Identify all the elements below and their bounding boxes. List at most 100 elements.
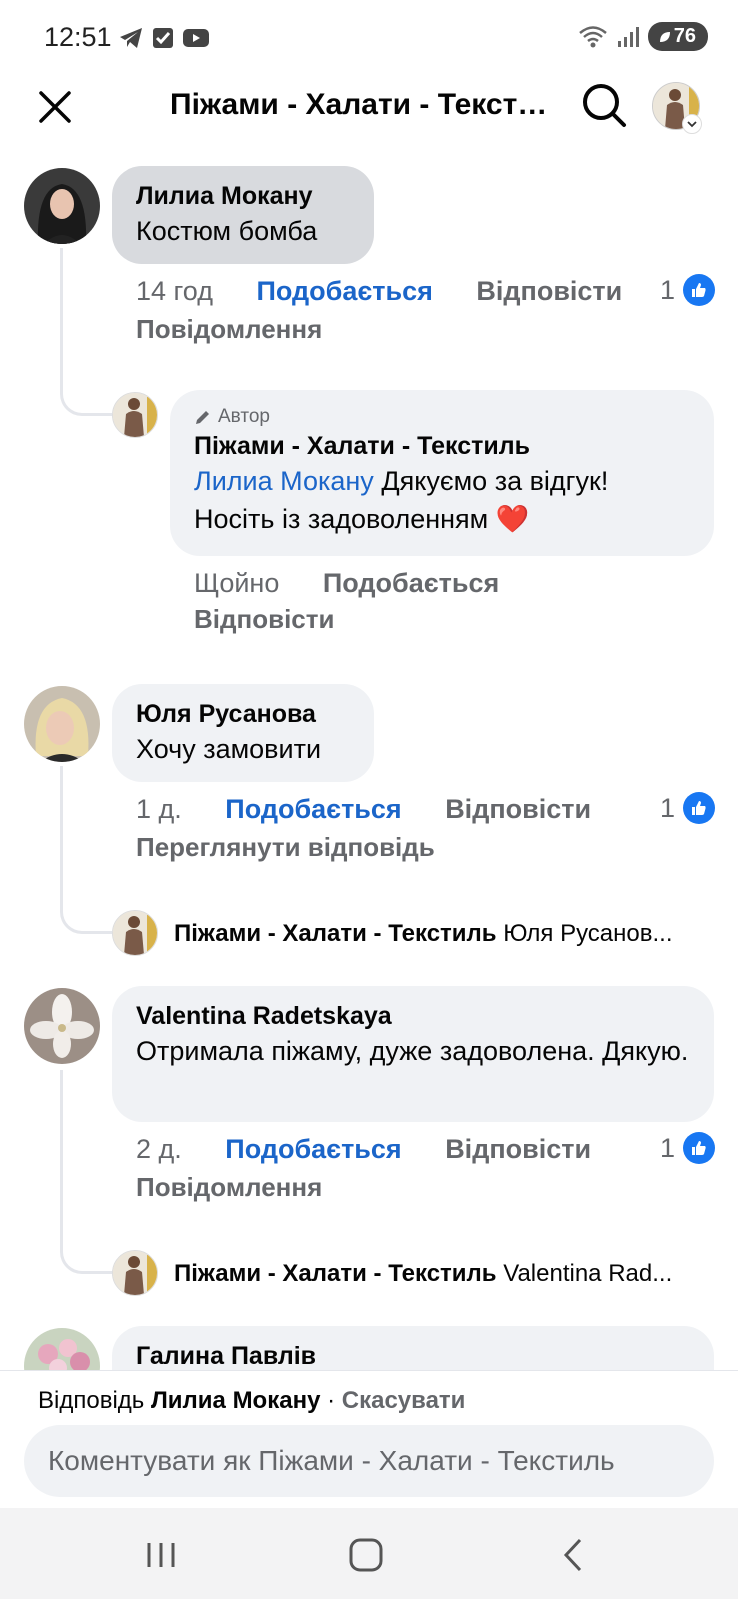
like-button[interactable]: Подобається: [256, 276, 432, 306]
avatar[interactable]: [24, 168, 100, 244]
reply-preview: Юля Русанов...: [503, 920, 673, 947]
mention-link[interactable]: Лилиа Мокану: [194, 466, 374, 496]
avatar[interactable]: [112, 1250, 158, 1296]
checkbox-icon: [153, 28, 173, 48]
message-link[interactable]: Повідомлення: [136, 1172, 322, 1203]
cancel-reply-button[interactable]: Скасувати: [342, 1387, 466, 1414]
pencil-icon: [196, 411, 209, 424]
message-link[interactable]: Повідомлення: [136, 314, 322, 345]
battery-indicator: 76: [647, 22, 708, 51]
signal-icon: [617, 26, 639, 47]
author-badge-label: Автор: [218, 406, 270, 427]
comment-bubble[interactable]: Галина Павлів: [112, 1326, 714, 1370]
back-button[interactable]: [548, 1530, 598, 1580]
comment-text: Отримала піжаму, дуже задоволена. Дякую.: [136, 1036, 689, 1066]
comment-bubble[interactable]: Юля Русанова Хочу замовити: [112, 684, 374, 782]
home-icon: [349, 1538, 383, 1572]
collapsed-reply[interactable]: Піжами - Халати - Текстиль Valentina Rad…: [174, 1260, 714, 1288]
reply-preview: Valentina Rad...: [503, 1260, 673, 1287]
avatar-image: [113, 1251, 157, 1295]
comment-composer: Відповідь Лилиа Мокану · Скасувати: [0, 1370, 738, 1510]
like-count[interactable]: 1: [660, 792, 716, 824]
status-time: 12:51: [44, 22, 112, 52]
avatar[interactable]: [24, 988, 100, 1064]
reply-text: Лилиа Мокану Дякуємо за відгук! Носіть і…: [194, 462, 690, 538]
comment-actions: 1 д. Подобається Відповісти: [136, 790, 591, 828]
avatar-image: [113, 911, 157, 955]
leaf-icon: [659, 31, 670, 42]
battery-level: 76: [673, 25, 696, 47]
view-replies-link[interactable]: Переглянути відповідь: [136, 832, 435, 863]
comment-author[interactable]: Valentina Radetskaya: [136, 1000, 690, 1032]
search-button[interactable]: [580, 81, 632, 133]
reply-button[interactable]: Відповісти: [476, 276, 622, 306]
separator: ·: [320, 1387, 342, 1414]
comment-time: 14 год: [136, 276, 213, 306]
collapsed-reply[interactable]: Піжами - Халати - Текстиль Юля Русанов..…: [174, 920, 714, 948]
like-count[interactable]: 1: [660, 1132, 716, 1164]
reply-time: Щойно: [194, 568, 280, 598]
avatar-image: [24, 686, 100, 762]
avatar-image: [24, 1328, 100, 1370]
reply-button[interactable]: Відповісти: [445, 794, 591, 824]
thread-connector: [60, 766, 112, 934]
comment-bubble[interactable]: Valentina Radetskaya Отримала піжаму, ду…: [112, 986, 714, 1122]
avatar[interactable]: [112, 910, 158, 956]
recent-apps-icon: [147, 1543, 175, 1567]
thread-connector: [60, 248, 112, 416]
like-count[interactable]: 1: [660, 274, 716, 306]
comment-time: 2 д.: [136, 1134, 182, 1164]
reply-prefix: Відповідь: [38, 1387, 151, 1414]
reply-button[interactable]: Відповісти: [445, 1134, 591, 1164]
reply-target: Лилиа Мокану: [150, 1387, 321, 1414]
comment-text: Костюм бомба: [136, 216, 318, 246]
comment-time: 1 д.: [136, 794, 182, 824]
comment-author[interactable]: Юля Русанова: [136, 698, 350, 730]
avatar-image: [113, 393, 157, 437]
reply-button[interactable]: Відповісти: [194, 604, 334, 635]
thumbs-up-icon: [683, 792, 716, 824]
wifi-icon: [578, 25, 607, 47]
system-nav-bar: [0, 1508, 738, 1599]
recent-apps-button[interactable]: [136, 1530, 186, 1580]
top-header: Піжами - Халати - Текстиль: [0, 78, 738, 178]
reply-author[interactable]: Піжами - Халати - Текстиль: [174, 1260, 497, 1287]
like-count-value: 1: [660, 274, 676, 305]
like-button[interactable]: Подобається: [225, 794, 401, 824]
comment-actions: 14 год Подобається Відповісти: [136, 272, 622, 310]
telegram-icon: [120, 28, 142, 48]
comment-author[interactable]: Галина Павлів: [136, 1340, 690, 1370]
avatar-image: [24, 168, 100, 244]
page-title: Піжами - Халати - Текстиль: [170, 88, 560, 121]
comment-text: Хочу замовити: [136, 734, 322, 764]
search-icon: [583, 84, 626, 127]
back-icon: [563, 1538, 582, 1572]
thumbs-up-icon: [683, 1132, 716, 1164]
comment-input[interactable]: [24, 1425, 714, 1497]
avatar[interactable]: [24, 686, 100, 762]
avatar[interactable]: [24, 1328, 100, 1370]
like-button[interactable]: Подобається: [225, 1134, 401, 1164]
home-button[interactable]: [341, 1530, 391, 1580]
close-button[interactable]: [30, 82, 80, 132]
replying-to-bar: Відповідь Лилиа Мокану · Скасувати: [38, 1387, 465, 1415]
comment-bubble[interactable]: Лилиа Мокану Костюм бомба: [112, 166, 374, 264]
like-button[interactable]: Подобається: [323, 568, 499, 598]
comment-actions: 2 д. Подобається Відповісти: [136, 1130, 591, 1168]
avatar[interactable]: [112, 392, 158, 438]
thread-connector: [60, 1070, 112, 1274]
reply-author[interactable]: Піжами - Халати - Текстиль: [174, 920, 497, 947]
comment-partial: Галина Павлів: [0, 1326, 738, 1370]
status-bar: 12:51 76: [0, 0, 738, 78]
chevron-down-icon: [687, 121, 697, 128]
system-icons: 76: [578, 22, 708, 51]
avatar-image: [24, 988, 100, 1064]
account-switch-chevron[interactable]: [682, 114, 702, 134]
notification-icons: [118, 26, 210, 50]
comment-author[interactable]: Лилиа Мокану: [136, 180, 350, 212]
reply-bubble[interactable]: Автор Піжами - Халати - Текстиль Лилиа М…: [170, 390, 714, 556]
author-badge: Автор: [194, 404, 690, 430]
reply-author[interactable]: Піжами - Халати - Текстиль: [194, 430, 690, 462]
thumbs-up-icon: [683, 274, 716, 306]
like-count-value: 1: [660, 1132, 676, 1163]
